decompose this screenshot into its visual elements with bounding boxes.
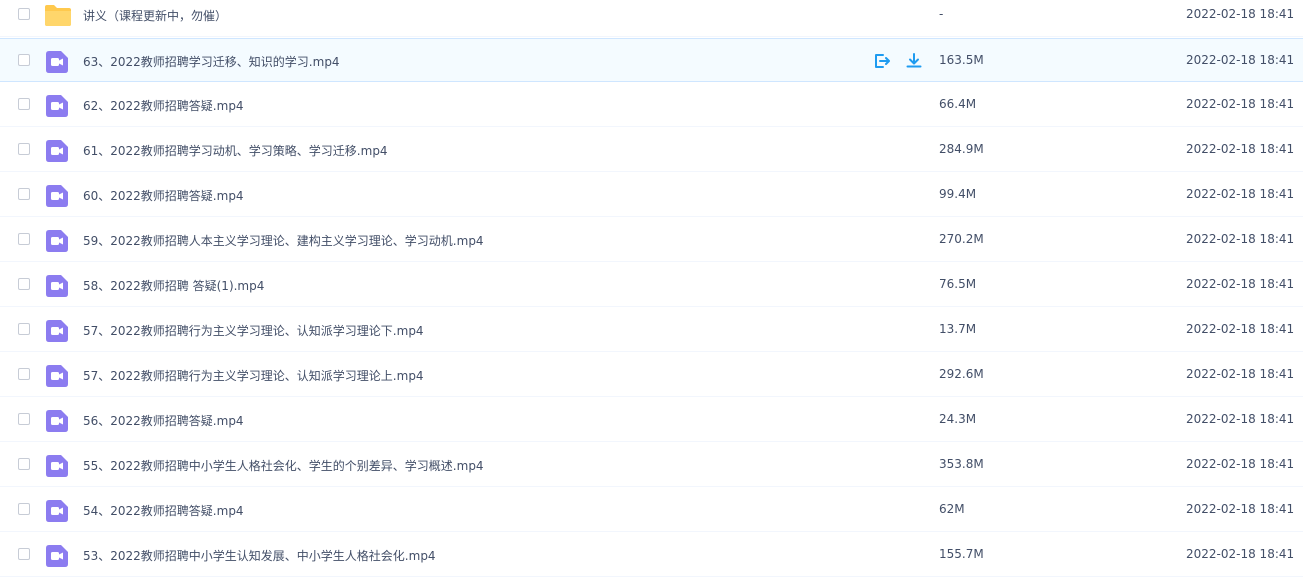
folder-row[interactable]: 讲义（课程更新中，勿催） - 2022-02-18 18:41 — [0, 0, 1303, 37]
file-row[interactable]: 55、2022教师招聘中小学生人格社会化、学生的个别差异、学习概述.mp4 353… — [0, 443, 1303, 487]
file-size: 353.8M — [939, 457, 984, 471]
row-checkbox[interactable] — [18, 8, 30, 20]
video-file-icon — [46, 230, 68, 252]
video-file-icon — [46, 185, 68, 207]
row-checkbox[interactable] — [18, 323, 30, 335]
modified-time: 2022-02-18 18:41 — [1186, 322, 1295, 336]
modified-time: 2022-02-18 18:41 — [1186, 547, 1295, 561]
row-checkbox[interactable] — [18, 143, 30, 155]
file-name[interactable]: 57、2022教师招聘行为主义学习理论、认知派学习理论上.mp4 — [83, 367, 424, 384]
file-name[interactable]: 讲义（课程更新中，勿催） — [83, 7, 227, 24]
modified-time: 2022-02-18 18:41 — [1186, 277, 1295, 291]
file-name[interactable]: 63、2022教师招聘学习迁移、知识的学习.mp4 — [83, 53, 340, 70]
file-size: 163.5M — [939, 53, 984, 67]
file-name[interactable]: 57、2022教师招聘行为主义学习理论、认知派学习理论下.mp4 — [83, 322, 424, 339]
video-file-icon — [46, 51, 68, 73]
file-row[interactable]: 63、2022教师招聘学习迁移、知识的学习.mp4 163.5M 2022-02-1… — [0, 38, 1303, 82]
file-size: 62M — [939, 502, 965, 516]
folder-icon — [44, 3, 72, 27]
row-checkbox[interactable] — [18, 98, 30, 110]
file-row[interactable]: 56、2022教师招聘答疑.mp4 24.3M 2022-02-18 18:41 — [0, 398, 1303, 442]
modified-time: 2022-02-18 18:41 — [1186, 367, 1295, 381]
video-file-icon — [46, 365, 68, 387]
file-row[interactable]: 61、2022教师招聘学习动机、学习策略、学习迁移.mp4 284.9M 2022-… — [0, 128, 1303, 172]
file-size: 292.6M — [939, 367, 984, 381]
file-name[interactable]: 53、2022教师招聘中小学生认知发展、中小学生人格社会化.mp4 — [83, 547, 436, 564]
download-icon[interactable] — [905, 52, 923, 70]
row-checkbox[interactable] — [18, 503, 30, 515]
row-checkbox[interactable] — [18, 413, 30, 425]
file-size: 76.5M — [939, 277, 977, 291]
modified-time: 2022-02-18 18:41 — [1186, 142, 1295, 156]
file-row[interactable]: 58、2022教师招聘 答疑(1).mp4 76.5M 2022-02-18 18:… — [0, 263, 1303, 307]
file-row[interactable]: 57、2022教师招聘行为主义学习理论、认知派学习理论上.mp4 292.6M 20… — [0, 353, 1303, 397]
row-checkbox[interactable] — [18, 548, 30, 560]
row-checkbox[interactable] — [18, 54, 30, 66]
file-size: 270.2M — [939, 232, 984, 246]
file-name[interactable]: 55、2022教师招聘中小学生人格社会化、学生的个别差异、学习概述.mp4 — [83, 457, 484, 474]
video-file-icon — [46, 410, 68, 432]
file-row[interactable]: 57、2022教师招聘行为主义学习理论、认知派学习理论下.mp4 13.7M 202… — [0, 308, 1303, 352]
video-file-icon — [46, 500, 68, 522]
modified-time: 2022-02-18 18:41 — [1186, 502, 1295, 516]
file-name[interactable]: 56、2022教师招聘答疑.mp4 — [83, 412, 244, 429]
file-name[interactable]: 58、2022教师招聘 答疑(1).mp4 — [83, 277, 264, 294]
file-size: 24.3M — [939, 412, 977, 426]
file-name[interactable]: 59、2022教师招聘人本主义学习理论、建构主义学习理论、学习动机.mp4 — [83, 232, 484, 249]
video-file-icon — [46, 320, 68, 342]
file-row[interactable]: 54、2022教师招聘答疑.mp4 62M 2022-02-18 18:41 — [0, 488, 1303, 532]
file-row[interactable]: 53、2022教师招聘中小学生认知发展、中小学生人格社会化.mp4 155.7M 2… — [0, 533, 1303, 577]
file-name[interactable]: 62、2022教师招聘答疑.mp4 — [83, 97, 244, 114]
row-checkbox[interactable] — [18, 188, 30, 200]
file-size: 66.4M — [939, 97, 977, 111]
video-file-icon — [46, 455, 68, 477]
modified-time: 2022-02-18 18:41 — [1186, 187, 1295, 201]
modified-time: 2022-02-18 18:41 — [1186, 412, 1295, 426]
file-row[interactable]: 60、2022教师招聘答疑.mp4 99.4M 2022-02-18 18:41 — [0, 173, 1303, 217]
row-checkbox[interactable] — [18, 368, 30, 380]
row-checkbox[interactable] — [18, 233, 30, 245]
video-file-icon — [46, 95, 68, 117]
file-size: 13.7M — [939, 322, 977, 336]
file-size: - — [939, 7, 944, 21]
file-name[interactable]: 60、2022教师招聘答疑.mp4 — [83, 187, 244, 204]
modified-time: 2022-02-18 18:41 — [1186, 97, 1295, 111]
modified-time: 2022-02-18 18:41 — [1186, 457, 1295, 471]
video-file-icon — [46, 545, 68, 567]
file-row[interactable]: 62、2022教师招聘答疑.mp4 66.4M 2022-02-18 18:41 — [0, 83, 1303, 127]
file-size: 155.7M — [939, 547, 984, 561]
row-checkbox[interactable] — [18, 278, 30, 290]
file-name[interactable]: 61、2022教师招聘学习动机、学习策略、学习迁移.mp4 — [83, 142, 388, 159]
file-size: 284.9M — [939, 142, 984, 156]
modified-time: 2022-02-18 18:41 — [1186, 53, 1295, 67]
file-size: 99.4M — [939, 187, 977, 201]
modified-time: 2022-02-18 18:41 — [1186, 232, 1295, 246]
row-checkbox[interactable] — [18, 458, 30, 470]
video-file-icon — [46, 275, 68, 297]
file-name[interactable]: 54、2022教师招聘答疑.mp4 — [83, 502, 244, 519]
share-icon[interactable] — [873, 52, 891, 70]
file-row[interactable]: 59、2022教师招聘人本主义学习理论、建构主义学习理论、学习动机.mp4 270… — [0, 218, 1303, 262]
video-file-icon — [46, 140, 68, 162]
modified-time: 2022-02-18 18:41 — [1186, 7, 1295, 21]
file-list: 讲义（课程更新中，勿催） -2022-02-18 18:41 63、2022教师招聘… — [0, 0, 1305, 579]
